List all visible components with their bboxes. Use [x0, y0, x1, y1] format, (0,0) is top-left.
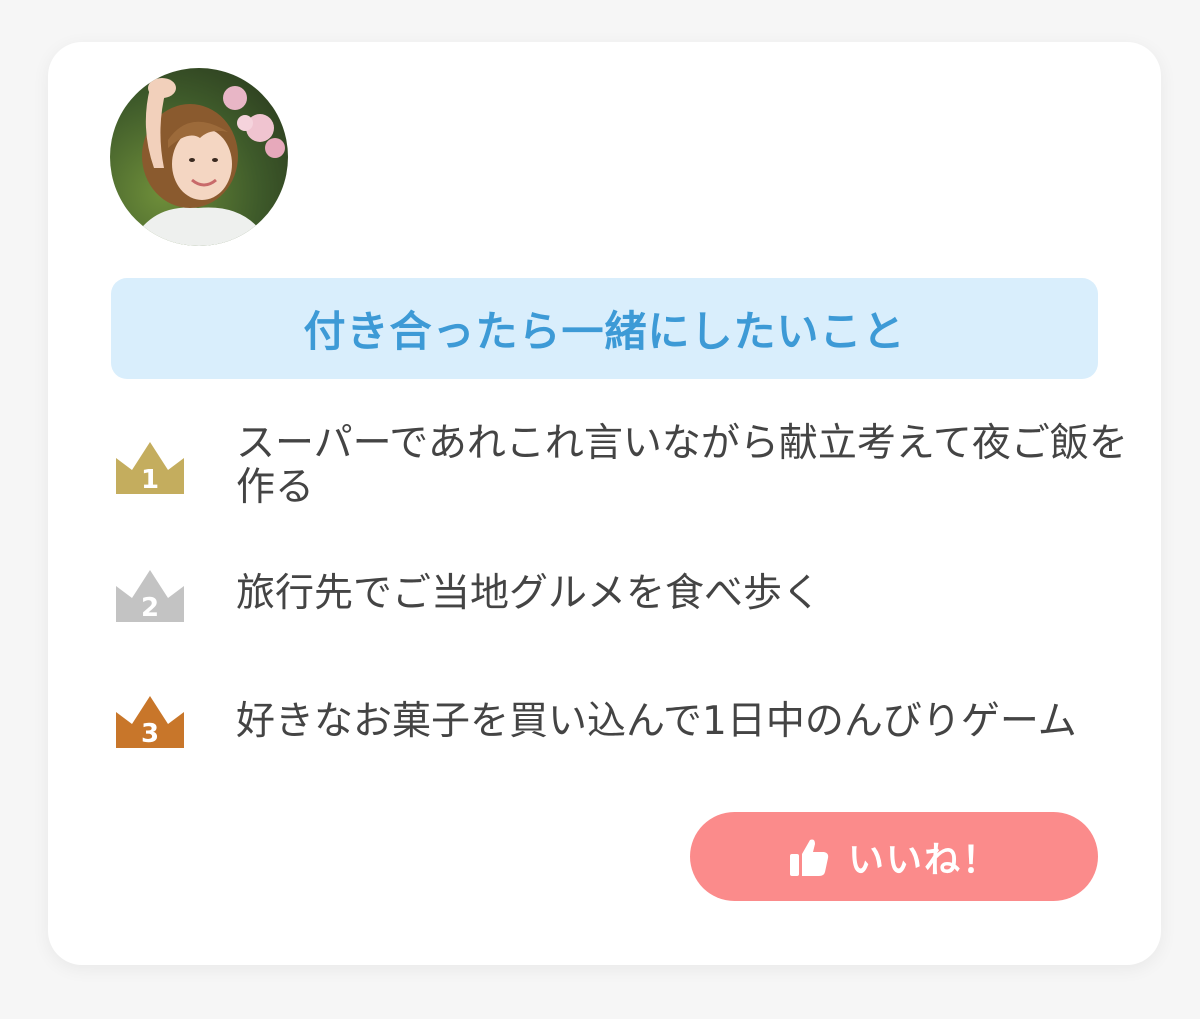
avatar-photo — [110, 68, 288, 246]
ranking-item-2: 2 旅行先でご当地グルメを食べ歩く — [114, 570, 1124, 632]
section-title: 付き合ったら一緒にしたいこと — [303, 307, 906, 356]
ranking-item-1: 1 スーパーであれこれ言いながら献立考えて夜ご飯を作る — [114, 422, 1128, 512]
ranking-text: スーパーであれこれ言いながら献立考えて夜ご飯を作る — [236, 421, 1128, 510]
like-button-label: いいね！ — [847, 839, 1000, 881]
avatar[interactable] — [110, 68, 288, 246]
profile-card: 付き合ったら一緒にしたいこと 1 スーパーであれこれ言いながら献立考えて夜ご飯を… — [48, 42, 1161, 965]
section-title-banner: 付き合ったら一緒にしたいこと — [111, 278, 1098, 379]
crown-bronze-icon: 3 — [114, 690, 186, 750]
ranking-item-3: 3 好きなお菓子を買い込んで1日中のんびりゲーム — [114, 696, 1124, 760]
thumbs-up-icon — [789, 839, 829, 876]
ranking-text: 好きなお菓子を買い込んで1日中のんびりゲーム — [236, 699, 1077, 744]
like-button[interactable]: いいね！ — [690, 812, 1098, 901]
ranking-text: 旅行先でご当地グルメを食べ歩く — [236, 571, 822, 616]
rank-number: 3 — [141, 719, 159, 749]
crown-silver-icon: 2 — [114, 564, 186, 624]
rank-number: 2 — [141, 593, 159, 623]
crown-gold-icon: 1 — [114, 436, 186, 496]
rank-number: 1 — [141, 465, 159, 495]
